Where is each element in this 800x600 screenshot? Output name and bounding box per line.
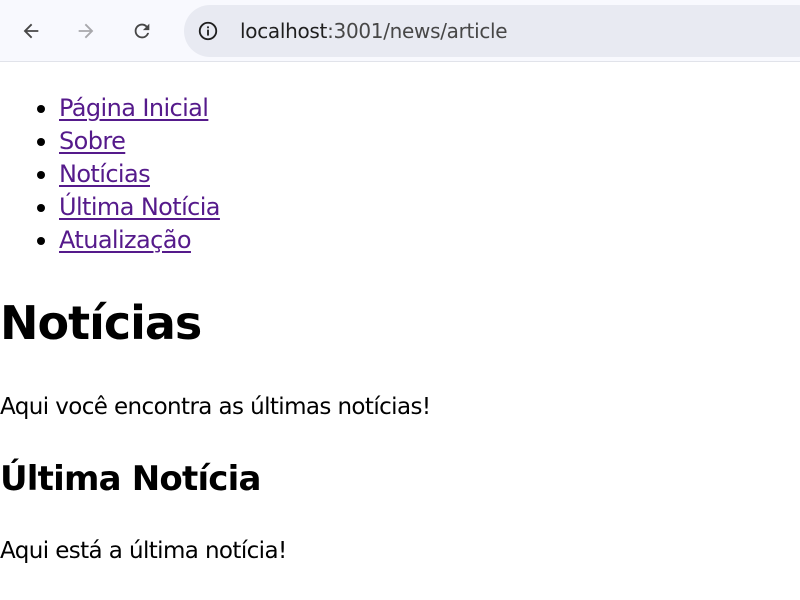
nav-list: Página Inicial Sobre Notícias Última Not… bbox=[0, 92, 221, 257]
info-circle-icon[interactable] bbox=[196, 19, 220, 43]
nav-link-latest-news[interactable]: Última Notícia bbox=[59, 193, 221, 221]
reload-button[interactable] bbox=[124, 13, 160, 49]
nav-item-news: Notícias bbox=[59, 158, 220, 191]
nav-link-home[interactable]: Página Inicial bbox=[59, 94, 209, 122]
nav-item-home: Página Inicial bbox=[59, 92, 220, 125]
nav-link-news[interactable]: Notícias bbox=[59, 160, 151, 188]
intro-text: Aqui você encontra as últimas notícias! bbox=[0, 394, 431, 420]
nav-item-latest-news: Última Notícia bbox=[59, 191, 221, 224]
nav-item-update: Atualização bbox=[59, 224, 220, 257]
browser-toolbar: localhost:3001/news/article bbox=[0, 0, 800, 62]
url-text[interactable]: localhost:3001/news/article bbox=[240, 5, 508, 57]
reload-icon bbox=[134, 23, 150, 39]
section-title: Última Notícia bbox=[0, 459, 261, 499]
arrow-right-icon bbox=[78, 23, 94, 39]
arrow-left-icon bbox=[23, 23, 39, 39]
forward-button[interactable] bbox=[68, 13, 104, 49]
nav-link-about[interactable]: Sobre bbox=[59, 127, 126, 155]
nav-item-about: Sobre bbox=[59, 125, 220, 158]
back-button[interactable] bbox=[13, 13, 49, 49]
section-text: Aqui está a última notícia! bbox=[0, 538, 287, 564]
url-host: localhost bbox=[240, 19, 328, 43]
url-path: :3001/news/article bbox=[327, 19, 508, 43]
address-bar[interactable]: localhost:3001/news/article bbox=[184, 5, 800, 57]
page-title: Notícias bbox=[0, 296, 202, 350]
nav-link-update[interactable]: Atualização bbox=[59, 226, 192, 254]
